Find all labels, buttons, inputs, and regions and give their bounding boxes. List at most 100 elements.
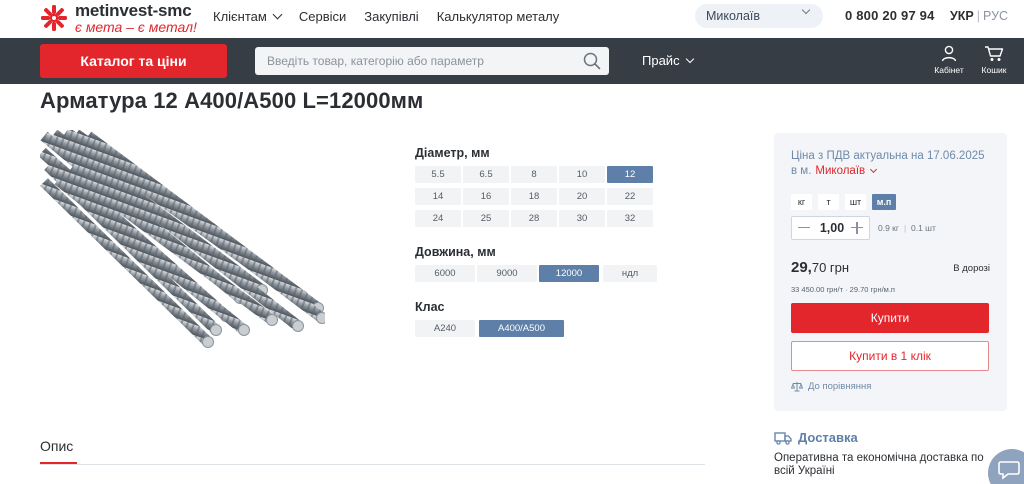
logo[interactable]: metinvest-smc є мета – є метал! — [40, 2, 197, 34]
diameter-title: Діаметр, мм — [415, 146, 490, 160]
rebar-end — [210, 324, 222, 336]
nav-services-label: Сервіси — [298, 9, 347, 24]
length-title: Довжина, мм — [415, 245, 496, 259]
search-icon[interactable] — [583, 52, 601, 70]
lang-ukr[interactable]: УКР — [950, 9, 974, 23]
delivery-title: Доставка — [798, 430, 858, 445]
diameter-option[interactable]: 6.5 — [463, 166, 509, 183]
minus-icon[interactable] — [796, 220, 812, 236]
diameter-option-selected[interactable]: 12 — [607, 166, 653, 183]
chat-icon — [998, 461, 1020, 480]
class-option-selected[interactable]: А400/А500 — [479, 320, 564, 337]
class-group: Клас А240 А400/А500 — [415, 300, 566, 342]
search-box — [255, 47, 609, 75]
cabinet-label: Кабінет — [934, 65, 964, 75]
plus-icon[interactable] — [849, 220, 865, 236]
nav-purchases[interactable]: Закупівлі — [364, 9, 418, 24]
lang-rus[interactable]: РУС — [983, 9, 1008, 23]
price-per-units: 33 450.00 грн/т · 29.70 грн/м.п — [791, 285, 895, 294]
diameter-row-3: 24 25 28 30 32 — [415, 210, 655, 227]
availability-status: В дорозі — [953, 263, 990, 274]
nav-services[interactable]: Сервіси — [299, 9, 346, 24]
quantity-hint-kg: 0.9 кг — [878, 223, 899, 233]
quantity-value[interactable]: 1,00 — [818, 221, 846, 235]
diameter-option[interactable]: 16 — [463, 188, 509, 205]
length-option[interactable]: 9000 — [477, 265, 537, 282]
quantity-hint-separator: | — [904, 223, 907, 233]
unit-t[interactable]: т — [818, 194, 839, 210]
rebar-bundle — [40, 130, 325, 348]
diameter-option[interactable]: 32 — [607, 210, 653, 227]
unit-mp-selected[interactable]: м.п — [872, 194, 896, 210]
nav-clients[interactable]: Клієнтам — [213, 9, 283, 24]
unit-kg[interactable]: кг — [791, 194, 812, 210]
price-list-menu[interactable]: Прайс — [642, 53, 694, 68]
logo-text: metinvest-smc є мета – є метал! — [75, 2, 197, 34]
length-group: Довжина, мм 6000 9000 12000 ндл — [415, 245, 659, 287]
diameter-row-1: 5.5 6.5 8 10 12 — [415, 166, 655, 183]
rebar-end — [202, 336, 214, 348]
length-option-selected[interactable]: 12000 — [539, 265, 599, 282]
tab-description[interactable]: Опис — [40, 438, 73, 454]
diameter-row-2: 14 16 18 20 22 — [415, 188, 655, 205]
add-to-compare[interactable]: До порівняння — [791, 381, 871, 392]
diameter-option[interactable]: 20 — [559, 188, 605, 205]
quantity-hint-pcs: 0.1 шт — [911, 223, 936, 233]
length-option[interactable]: ндл — [603, 265, 657, 282]
rebar-end — [266, 314, 278, 326]
chevron-down-icon — [685, 54, 694, 63]
delivery-truck-icon — [774, 431, 792, 445]
chevron-down-icon — [801, 5, 811, 15]
price-city[interactable]: в м. Миколаїв — [791, 165, 878, 177]
diameter-option[interactable]: 8 — [511, 166, 557, 183]
logo-slogan: є мета – є метал! — [75, 19, 197, 35]
price-card: Ціна з ПДВ актуальна на 17.06.2025 в м. … — [774, 133, 1007, 411]
diameter-option[interactable]: 28 — [511, 210, 557, 227]
logo-name: metinvest-smc — [75, 1, 192, 20]
top-nav: Клієнтам Сервіси Закупівлі Калькулятор м… — [213, 9, 577, 24]
compare-label: До порівняння — [808, 381, 872, 392]
class-option[interactable]: А240 — [415, 320, 475, 337]
length-option[interactable]: 6000 — [415, 265, 475, 282]
phone-number[interactable]: 0 800 20 97 94 — [845, 8, 935, 23]
diameter-option[interactable]: 30 — [559, 210, 605, 227]
price-fraction: 70 грн — [811, 260, 850, 275]
length-row: 6000 9000 12000 ндл — [415, 265, 659, 282]
diameter-option[interactable]: 18 — [511, 188, 557, 205]
price-city-name: Миколаїв — [815, 165, 866, 177]
diameter-option[interactable]: 14 — [415, 188, 461, 205]
cart-button[interactable]: Кошик — [976, 45, 1012, 75]
unit-pcs[interactable]: шт — [845, 194, 866, 210]
diameter-option[interactable]: 5.5 — [415, 166, 461, 183]
catalog-button[interactable]: Каталог та ціни — [40, 44, 227, 78]
product-image — [40, 130, 325, 348]
nav-metal-calculator[interactable]: Калькулятор металу — [437, 9, 560, 24]
lang-separator: | — [976, 9, 980, 23]
cart-label: Кошик — [981, 65, 1007, 75]
buy-one-click-button[interactable]: Купити в 1 клік — [791, 341, 989, 371]
price-list-label: Прайс — [642, 53, 680, 68]
price-date-note: Ціна з ПДВ актуальна на 17.06.2025 — [791, 150, 985, 162]
language-switcher: УКР | РУС — [950, 9, 1008, 23]
chevron-down-icon — [870, 165, 878, 173]
search-input[interactable] — [255, 47, 575, 75]
diameter-option[interactable]: 25 — [463, 210, 509, 227]
chat-widget[interactable] — [988, 449, 1024, 484]
diameter-option[interactable]: 24 — [415, 210, 461, 227]
quantity-stepper: 1,00 — [791, 216, 870, 240]
price-integer: 29, — [791, 259, 812, 276]
rebar-end — [238, 324, 250, 336]
cabinet-button[interactable]: Кабінет — [931, 45, 967, 75]
buy-button[interactable]: Купити — [791, 303, 989, 333]
diameter-option[interactable]: 22 — [607, 188, 653, 205]
price-value: 29,70 грн — [791, 259, 849, 276]
chevron-down-icon — [272, 9, 283, 20]
nav-clients-label: Клієнтам — [213, 9, 267, 24]
diameter-option[interactable]: 10 — [559, 166, 605, 183]
page-title: Арматура 12 А400/А500 L=12000мм — [40, 88, 424, 113]
nav-metal-calculator-label: Калькулятор металу — [436, 9, 560, 24]
delivery-heading: Доставка — [774, 430, 858, 445]
city-select[interactable]: Миколаїв — [695, 4, 823, 28]
logo-icon — [41, 5, 67, 31]
main-toolbar: Каталог та ціни Прайс Кабінет Кошик — [0, 38, 1024, 84]
